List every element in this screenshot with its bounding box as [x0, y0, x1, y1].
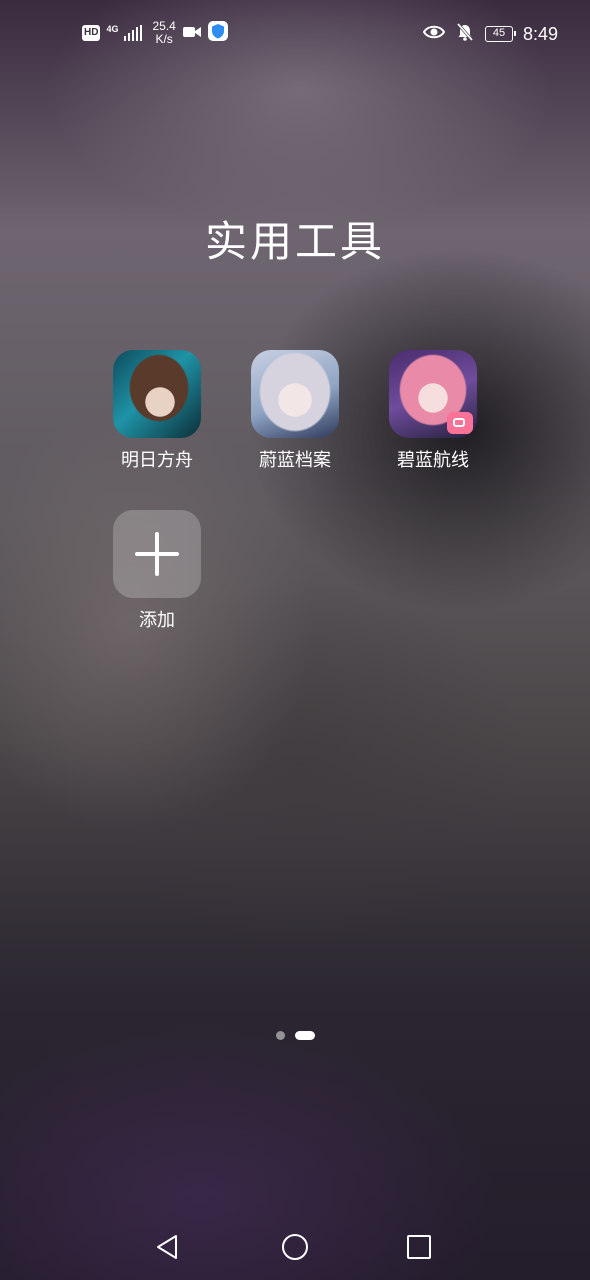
bilibili-badge-icon — [447, 412, 473, 434]
back-button[interactable] — [143, 1222, 193, 1272]
status-left-group: HD 4G 25.4 K/s — [82, 20, 228, 46]
recents-button[interactable] — [394, 1222, 444, 1272]
network-type-label: 4G — [106, 23, 119, 34]
home-screen: HD 4G 25.4 K/s 45 8:49 实用工具 明日方舟 蔚蓝档案 碧蓝… — [0, 0, 590, 1280]
page-indicator — [0, 1031, 590, 1040]
app-label: 明日方舟 — [121, 450, 193, 471]
page-dot-active[interactable] — [294, 1031, 315, 1040]
network-speed: 25.4 K/s — [152, 20, 175, 46]
home-circle-icon — [282, 1234, 308, 1260]
app-label: 碧蓝航线 — [397, 450, 469, 471]
eye-icon — [422, 24, 446, 44]
azur-lane-app-icon[interactable] — [389, 350, 477, 438]
back-triangle-icon — [157, 1235, 177, 1259]
page-dot[interactable] — [275, 1031, 285, 1040]
folder-title[interactable]: 实用工具 — [0, 214, 590, 270]
network-speed-value: 25.4 — [152, 19, 176, 33]
shield-icon — [207, 21, 228, 45]
home-button[interactable] — [270, 1222, 320, 1272]
app-label: 蔚蓝档案 — [259, 450, 331, 471]
app-azur-lane[interactable]: 碧蓝航线 — [373, 350, 493, 472]
battery-icon: 45 — [484, 26, 516, 42]
recents-square-icon — [407, 1235, 431, 1259]
status-bar: HD 4G 25.4 K/s 45 8:49 — [0, 0, 590, 70]
add-app-label: 添加 — [139, 610, 175, 631]
add-app-button[interactable]: 添加 — [97, 510, 217, 632]
navigation-bar — [0, 1222, 590, 1272]
status-clock: 8:49 — [522, 24, 558, 44]
blue-archive-app-icon[interactable] — [251, 350, 339, 438]
hd-icon: HD — [82, 25, 101, 41]
app-blue-archive[interactable]: 蔚蓝档案 — [235, 350, 355, 472]
signal-icon — [124, 25, 143, 41]
bell-off-icon — [455, 22, 475, 46]
network-speed-unit: K/s — [155, 32, 173, 46]
app-arknights[interactable]: 明日方舟 — [97, 350, 217, 472]
plus-icon[interactable] — [113, 510, 201, 598]
video-camera-icon — [182, 24, 202, 43]
status-right-group: 45 8:49 — [422, 22, 558, 46]
arknights-app-icon[interactable] — [113, 350, 201, 438]
